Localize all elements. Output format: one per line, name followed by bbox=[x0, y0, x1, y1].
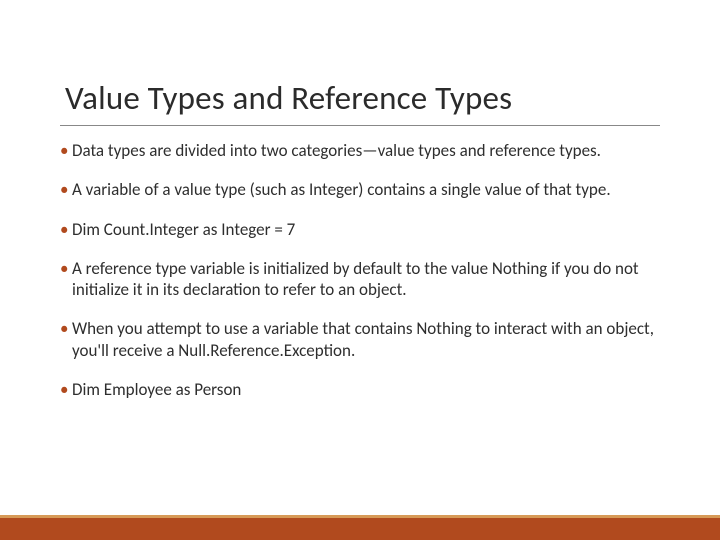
slide-content: Data types are divided into two categori… bbox=[60, 140, 660, 418]
bullet-item: When you attempt to use a variable that … bbox=[60, 318, 660, 361]
footer-bar bbox=[0, 518, 720, 540]
bullet-item: Dim Count.Integer as Integer = 7 bbox=[60, 219, 660, 240]
slide: Value Types and Reference Types Data typ… bbox=[0, 0, 720, 540]
title-underline bbox=[60, 125, 660, 126]
bullet-item: A reference type variable is initialized… bbox=[60, 258, 660, 301]
bullet-item: A variable of a value type (such as Inte… bbox=[60, 179, 660, 200]
slide-title: Value Types and Reference Types bbox=[65, 78, 512, 118]
bullet-item: Dim Employee as Person bbox=[60, 379, 660, 400]
bullet-item: Data types are divided into two categori… bbox=[60, 140, 660, 161]
